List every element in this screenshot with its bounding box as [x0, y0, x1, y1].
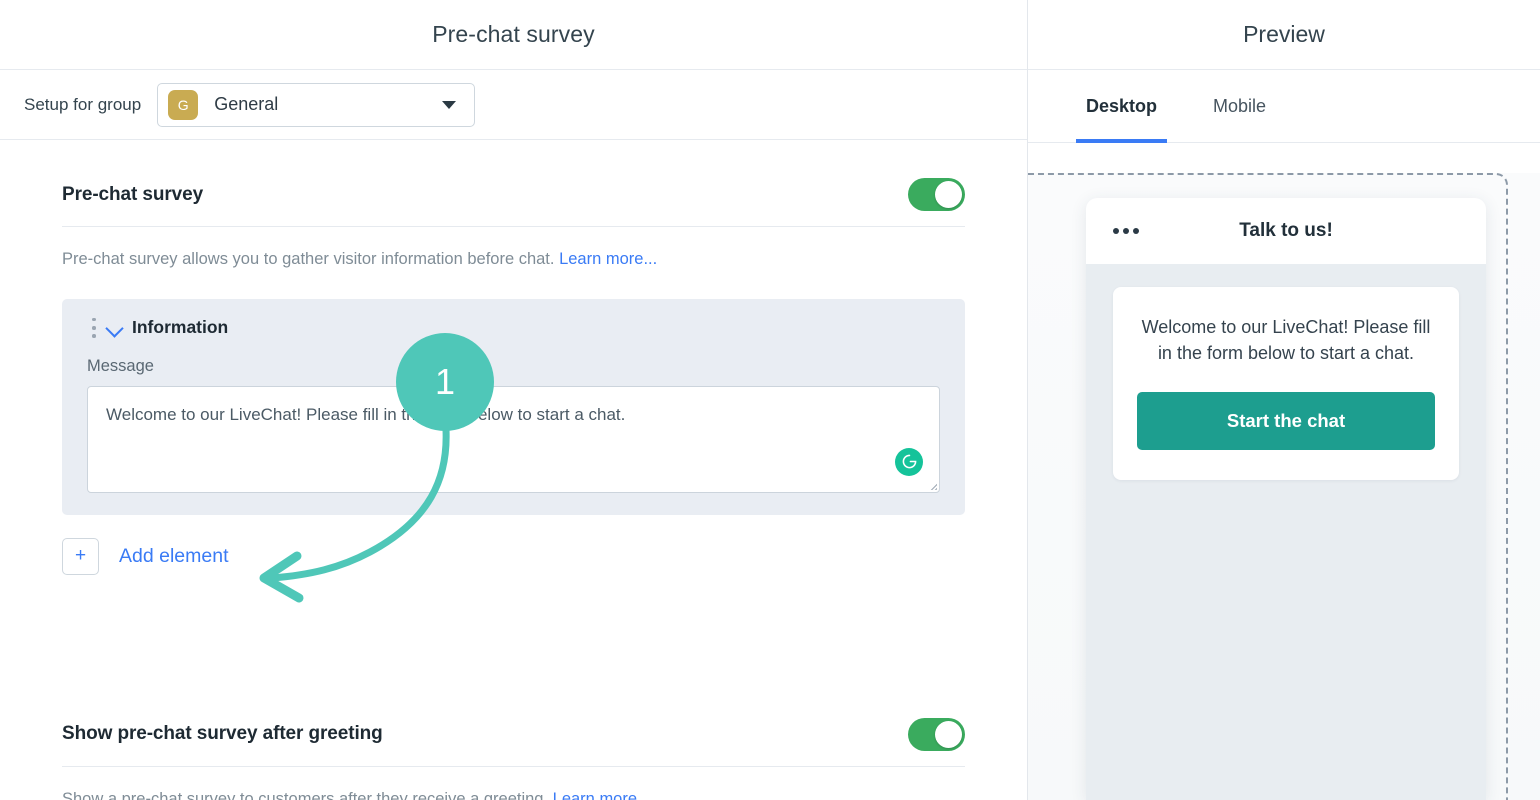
message-field-label: Message	[87, 356, 154, 375]
learn-more-link-2[interactable]: Learn more...	[553, 790, 651, 800]
toggle-pre-chat-survey[interactable]	[908, 178, 965, 211]
section-title-pre-chat-survey: Pre-chat survey	[62, 183, 204, 205]
settings-panel: Pre-chat survey Setup for group G Genera…	[0, 0, 1028, 800]
add-element-row[interactable]: + Add element	[62, 537, 965, 575]
section-description-pre-chat-survey: Pre-chat survey allows you to gather vis…	[62, 248, 965, 272]
chevron-down-icon	[442, 100, 457, 109]
grammarly-icon[interactable]	[895, 447, 923, 476]
toggle-show-after-greeting[interactable]	[908, 717, 965, 751]
tab-mobile[interactable]: Mobile	[1185, 70, 1294, 143]
add-element-button[interactable]: +	[62, 537, 99, 575]
chat-widget-header: Talk to us!	[1086, 198, 1486, 264]
drag-handle-dots-icon[interactable]	[87, 317, 101, 338]
section-description-text: Pre-chat survey allows you to gather vis…	[62, 250, 560, 268]
add-element-label[interactable]: Add element	[119, 545, 229, 568]
group-avatar: G	[168, 89, 199, 120]
survey-element-header: Information	[87, 315, 940, 341]
page-title: Pre-chat survey	[432, 21, 595, 47]
message-textarea[interactable]: Welcome to our LiveChat! Please fill in …	[87, 385, 940, 493]
preview-panel: Preview Desktop Mobile Talk to us! Welco…	[1028, 0, 1540, 800]
more-dots-icon[interactable]	[1113, 228, 1139, 234]
group-select-value: General	[214, 94, 279, 114]
learn-more-link-1[interactable]: Learn more...	[559, 250, 657, 268]
start-the-chat-button[interactable]: Start the chat	[1137, 391, 1435, 450]
message-textarea-value: Welcome to our LiveChat! Please fill in …	[106, 404, 626, 424]
group-selector-label: Setup for group	[24, 94, 142, 114]
resize-handle-icon[interactable]	[926, 479, 937, 490]
group-selector-bar: Setup for group G General	[0, 70, 1027, 140]
chat-widget-form-card: Welcome to our LiveChat! Please fill in …	[1113, 287, 1459, 480]
app-root: Pre-chat survey Setup for group G Genera…	[0, 0, 1540, 800]
chat-widget-title: Talk to us!	[1239, 220, 1333, 241]
preview-tabs: Desktop Mobile	[1028, 70, 1540, 143]
survey-element-information: Information Message Welcome to our LiveC…	[62, 298, 965, 515]
show-after-greeting-section-header: Show pre-chat survey after greeting	[62, 680, 965, 767]
chat-widget-preview: Talk to us! Welcome to our LiveChat! Ple…	[1086, 198, 1486, 800]
preview-title: Preview	[1243, 21, 1325, 47]
settings-header: Pre-chat survey	[0, 0, 1027, 70]
preview-header: Preview	[1028, 0, 1540, 70]
chat-widget-message: Welcome to our LiveChat! Please fill in …	[1141, 317, 1431, 364]
section-description-text: Show a pre-chat survey to customers afte…	[62, 789, 553, 800]
toggle-knob	[935, 181, 962, 208]
toggle-knob	[935, 720, 962, 748]
group-select[interactable]: G General	[157, 82, 476, 127]
tab-desktop[interactable]: Desktop	[1058, 70, 1185, 143]
section-description-show-after-greeting: Show a pre-chat survey to customers afte…	[62, 788, 965, 800]
section-title-show-after-greeting: Show pre-chat survey after greeting	[62, 723, 383, 745]
chevron-down-icon[interactable]	[107, 320, 123, 336]
settings-body: Pre-chat survey Pre-chat survey allows y…	[0, 140, 1027, 800]
preview-stage: Talk to us! Welcome to our LiveChat! Ple…	[1028, 173, 1540, 800]
survey-element-title: Information	[132, 317, 229, 338]
pre-chat-survey-section-header: Pre-chat survey	[62, 140, 965, 227]
